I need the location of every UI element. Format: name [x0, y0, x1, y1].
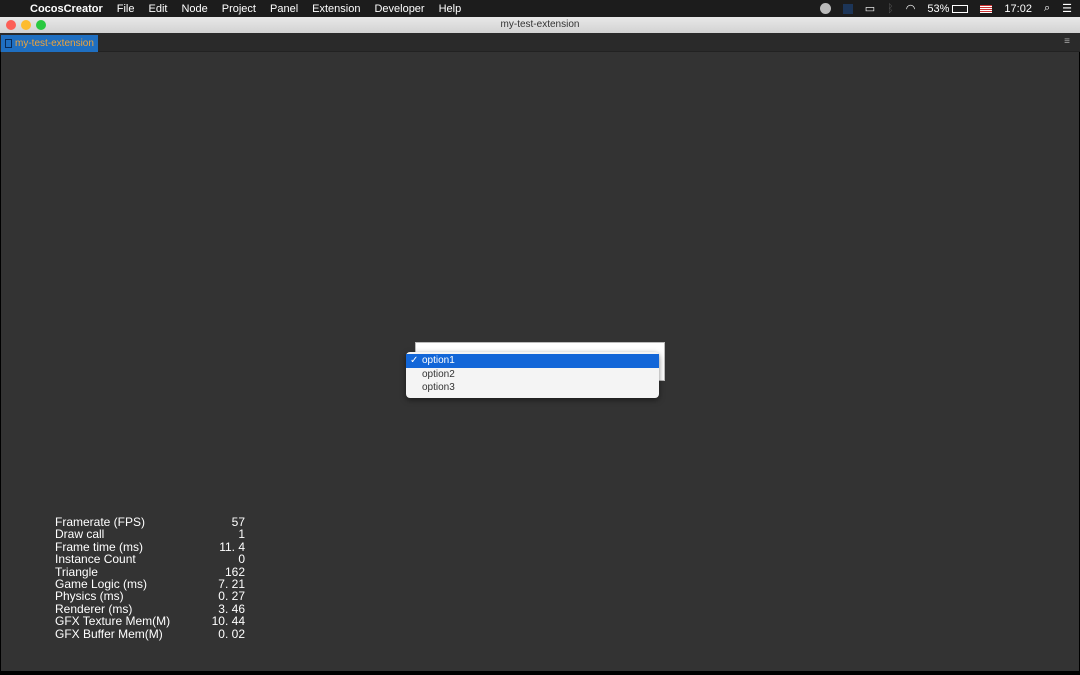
- stat-value: 0: [238, 552, 245, 567]
- checkmark-icon: ✓: [410, 355, 419, 366]
- stat-value: 0. 27: [218, 589, 245, 604]
- minimize-button[interactable]: [21, 20, 31, 30]
- window-title: my-test-extension: [500, 19, 580, 30]
- menu-node[interactable]: Node: [181, 3, 207, 15]
- wifi-icon[interactable]: ◠: [906, 2, 916, 15]
- bluetooth-icon[interactable]: ᛒ: [887, 3, 894, 15]
- status-grid-icon[interactable]: [842, 3, 853, 14]
- stat-row: GFX Buffer Mem(M) 0. 02: [55, 626, 245, 641]
- stat-row: Instance Count 0: [55, 552, 245, 567]
- menu-app[interactable]: CocosCreator: [30, 3, 103, 15]
- stat-row: GFX Texture Mem(M) 10. 44: [55, 614, 245, 629]
- close-button[interactable]: [6, 20, 16, 30]
- menu-panel[interactable]: Panel: [270, 3, 298, 15]
- menu-extension[interactable]: Extension: [312, 3, 360, 15]
- stats-panel: Framerate (FPS) 57 Draw call 1 Frame time …: [55, 516, 245, 640]
- tab-bar: my-test-extension ≡: [0, 33, 1080, 52]
- search-icon[interactable]: ⌕: [1044, 2, 1050, 15]
- menu-developer[interactable]: Developer: [374, 3, 424, 15]
- status-app-icon[interactable]: [819, 3, 831, 14]
- battery-icon[interactable]: [952, 4, 969, 13]
- menu-edit[interactable]: Edit: [148, 3, 167, 15]
- document-icon: [5, 39, 12, 48]
- panel-menu-icon[interactable]: ≡: [1064, 36, 1070, 47]
- menu-help[interactable]: Help: [439, 3, 462, 15]
- flag-icon[interactable]: [980, 4, 993, 13]
- tab-my-test-extension[interactable]: my-test-extension: [1, 35, 98, 52]
- battery-percent: 53%: [927, 2, 950, 15]
- option-label: option2: [422, 368, 455, 380]
- stat-label: Draw call: [55, 527, 105, 542]
- tab-label: my-test-extension: [15, 38, 94, 49]
- airplay-icon[interactable]: ▭: [865, 2, 875, 15]
- stat-label: Instance Count: [55, 552, 136, 567]
- stat-value: 1: [238, 527, 245, 542]
- menu-project[interactable]: Project: [222, 3, 256, 15]
- stat-row: Draw call 1: [55, 527, 245, 542]
- option-label: option3: [422, 382, 455, 393]
- stat-value: 0. 02: [218, 626, 245, 641]
- option-1[interactable]: ✓ option1: [406, 354, 659, 368]
- stat-row: Physics (ms) 0. 27: [55, 589, 245, 604]
- notification-list-icon[interactable]: ☰: [1062, 2, 1072, 15]
- maximize-button[interactable]: [36, 20, 46, 30]
- option-label: option1: [422, 355, 455, 366]
- select-dropdown: ✓ option1 option2 option3: [406, 352, 659, 398]
- option-2[interactable]: option2: [406, 368, 659, 382]
- stat-label: GFX Texture Mem(M): [55, 614, 171, 629]
- clock[interactable]: 17:02: [1004, 3, 1032, 15]
- menu-file[interactable]: File: [117, 3, 135, 15]
- title-bar: my-test-extension: [0, 17, 1080, 33]
- stat-label: GFX Buffer Mem(M): [55, 626, 163, 641]
- stat-value: 10. 44: [211, 614, 245, 629]
- option-3[interactable]: option3: [406, 381, 659, 395]
- menu-bar: CocosCreator File Edit Node Project Pane…: [0, 0, 1080, 17]
- stat-label: Physics (ms): [55, 589, 124, 604]
